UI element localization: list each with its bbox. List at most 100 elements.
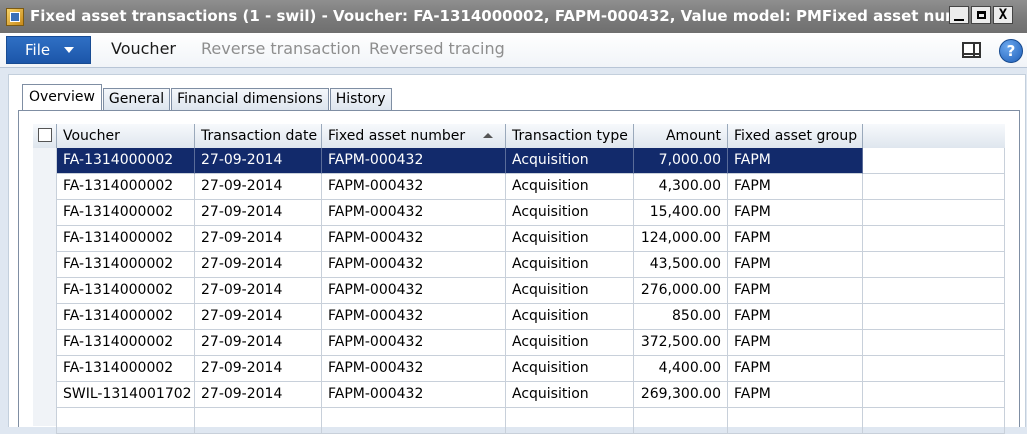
table-row[interactable]: FA-1314000002 27-09-2014 FAPM-000432 Acquis… <box>33 148 1005 174</box>
transaction-date-cell[interactable]: 27-09-2014 <box>195 200 322 226</box>
fixed-asset-number-cell[interactable]: FAPM-000432 <box>322 252 506 278</box>
row-selector[interactable] <box>33 304 57 330</box>
fixed-asset-number-cell[interactable]: FAPM-000432 <box>322 226 506 252</box>
select-all-checkbox[interactable] <box>38 128 52 142</box>
amount-cell[interactable]: 269,300.00 <box>634 382 728 408</box>
fixed-asset-number-cell[interactable] <box>322 408 506 434</box>
fixed-asset-number-cell[interactable]: FAPM-000432 <box>322 382 506 408</box>
row-selector[interactable] <box>33 356 57 382</box>
transaction-type-cell[interactable]: Acquisition <box>506 382 634 408</box>
amount-cell[interactable]: 4,400.00 <box>634 356 728 382</box>
fixed-asset-group-cell[interactable]: FAPM <box>728 252 863 278</box>
close-button[interactable]: X <box>993 6 1013 24</box>
column-header-voucher[interactable]: Voucher <box>57 124 195 148</box>
table-row[interactable]: FA-1314000002 27-09-2014 FAPM-000432 Acquis… <box>33 174 1005 200</box>
transaction-date-cell[interactable]: 27-09-2014 <box>195 356 322 382</box>
transaction-date-cell[interactable]: 27-09-2014 <box>195 148 322 174</box>
table-row[interactable]: FA-1314000002 27-09-2014 FAPM-000432 Acquis… <box>33 356 1005 382</box>
transaction-type-cell[interactable]: Acquisition <box>506 330 634 356</box>
amount-cell[interactable]: 124,000.00 <box>634 226 728 252</box>
voucher-cell[interactable]: FA-1314000002 <box>57 252 195 278</box>
column-header-fixed-asset-number[interactable]: Fixed asset number <box>322 124 506 148</box>
voucher-cell[interactable]: FA-1314000002 <box>57 278 195 304</box>
reverse-transaction-button[interactable]: Reverse transaction <box>201 39 361 58</box>
column-header-fixed-asset-group[interactable]: Fixed asset group <box>728 124 863 148</box>
row-selector[interactable] <box>33 174 57 200</box>
row-selector[interactable] <box>33 226 57 252</box>
tab-history[interactable]: History <box>329 88 392 110</box>
voucher-cell[interactable]: SWIL-1314001702 <box>57 382 195 408</box>
table-row[interactable]: FA-1314000002 27-09-2014 FAPM-000432 Acquis… <box>33 200 1005 226</box>
fixed-asset-number-cell[interactable]: FAPM-000432 <box>322 304 506 330</box>
transaction-date-cell[interactable]: 27-09-2014 <box>195 278 322 304</box>
fixed-asset-number-cell[interactable]: FAPM-000432 <box>322 200 506 226</box>
transaction-type-cell[interactable]: Acquisition <box>506 174 634 200</box>
tab-general[interactable]: General <box>102 88 171 110</box>
layout-icon[interactable] <box>962 42 981 58</box>
fixed-asset-group-cell[interactable]: FAPM <box>728 278 863 304</box>
reversed-tracing-button[interactable]: Reversed tracing <box>369 39 505 58</box>
transaction-date-cell[interactable]: 27-09-2014 <box>195 304 322 330</box>
amount-cell[interactable]: 15,400.00 <box>634 200 728 226</box>
transaction-type-cell[interactable]: Acquisition <box>506 278 634 304</box>
transaction-type-cell[interactable]: Acquisition <box>506 148 634 174</box>
fixed-asset-number-cell[interactable]: FAPM-000432 <box>322 278 506 304</box>
transaction-type-cell[interactable]: Acquisition <box>506 252 634 278</box>
amount-cell[interactable]: 43,500.00 <box>634 252 728 278</box>
table-row[interactable]: SWIL-1314001702 27-09-2014 FAPM-000432 Acqu… <box>33 382 1005 408</box>
transaction-date-cell[interactable]: 27-09-2014 <box>195 226 322 252</box>
voucher-cell[interactable]: FA-1314000002 <box>57 330 195 356</box>
fixed-asset-group-cell[interactable]: FAPM <box>728 330 863 356</box>
fixed-asset-number-cell[interactable]: FAPM-000432 <box>322 174 506 200</box>
fixed-asset-number-cell[interactable]: FAPM-000432 <box>322 148 506 174</box>
fixed-asset-group-cell[interactable]: FAPM <box>728 382 863 408</box>
fixed-asset-group-cell[interactable]: FAPM <box>728 356 863 382</box>
fixed-asset-group-cell[interactable]: FAPM <box>728 148 863 174</box>
table-row[interactable]: FA-1314000002 27-09-2014 FAPM-000432 Acquis… <box>33 330 1005 356</box>
maximize-button[interactable] <box>971 6 991 24</box>
row-selector[interactable] <box>33 200 57 226</box>
amount-cell[interactable]: 4,300.00 <box>634 174 728 200</box>
amount-cell[interactable]: 7,000.00 <box>634 148 728 174</box>
voucher-cell[interactable]: FA-1314000002 <box>57 304 195 330</box>
voucher-cell[interactable]: FA-1314000002 <box>57 200 195 226</box>
voucher-cell[interactable]: FA-1314000002 <box>57 226 195 252</box>
fixed-asset-group-cell[interactable]: FAPM <box>728 304 863 330</box>
voucher-cell[interactable]: FA-1314000002 <box>57 148 195 174</box>
file-menu-button[interactable]: File <box>6 36 91 64</box>
row-selector[interactable] <box>33 148 57 174</box>
table-row[interactable]: FA-1314000002 27-09-2014 FAPM-000432 Acquis… <box>33 304 1005 330</box>
transaction-date-cell[interactable] <box>195 408 322 434</box>
row-selector[interactable] <box>33 278 57 304</box>
column-header-transaction-date[interactable]: Transaction date <box>195 124 322 148</box>
empty-row[interactable] <box>33 408 1005 434</box>
row-selector[interactable] <box>33 252 57 278</box>
transaction-date-cell[interactable]: 27-09-2014 <box>195 174 322 200</box>
column-header-amount[interactable]: Amount <box>634 124 728 148</box>
row-selector[interactable] <box>33 408 57 434</box>
table-row[interactable]: FA-1314000002 27-09-2014 FAPM-000432 Acquis… <box>33 278 1005 304</box>
voucher-cell[interactable] <box>57 408 195 434</box>
transaction-date-cell[interactable]: 27-09-2014 <box>195 382 322 408</box>
fixed-asset-group-cell[interactable]: FAPM <box>728 174 863 200</box>
transaction-date-cell[interactable]: 27-09-2014 <box>195 252 322 278</box>
help-icon[interactable]: ? <box>999 39 1023 63</box>
tab-financial-dimensions[interactable]: Financial dimensions <box>171 88 329 110</box>
minimize-button[interactable] <box>949 6 969 24</box>
table-row[interactable]: FA-1314000002 27-09-2014 FAPM-000432 Acquis… <box>33 226 1005 252</box>
table-row[interactable]: FA-1314000002 27-09-2014 FAPM-000432 Acquis… <box>33 252 1005 278</box>
amount-cell[interactable]: 372,500.00 <box>634 330 728 356</box>
amount-cell[interactable] <box>634 408 728 434</box>
transaction-type-cell[interactable]: Acquisition <box>506 200 634 226</box>
tab-overview[interactable]: Overview <box>22 84 102 110</box>
fixed-asset-number-cell[interactable]: FAPM-000432 <box>322 356 506 382</box>
amount-cell[interactable]: 850.00 <box>634 304 728 330</box>
amount-cell[interactable]: 276,000.00 <box>634 278 728 304</box>
fixed-asset-group-cell[interactable] <box>728 408 863 434</box>
transaction-type-cell[interactable]: Acquisition <box>506 304 634 330</box>
transaction-type-cell[interactable]: Acquisition <box>506 226 634 252</box>
fixed-asset-group-cell[interactable]: FAPM <box>728 226 863 252</box>
transaction-type-cell[interactable] <box>506 408 634 434</box>
voucher-button[interactable]: Voucher <box>111 39 176 58</box>
row-selector[interactable] <box>33 382 57 408</box>
